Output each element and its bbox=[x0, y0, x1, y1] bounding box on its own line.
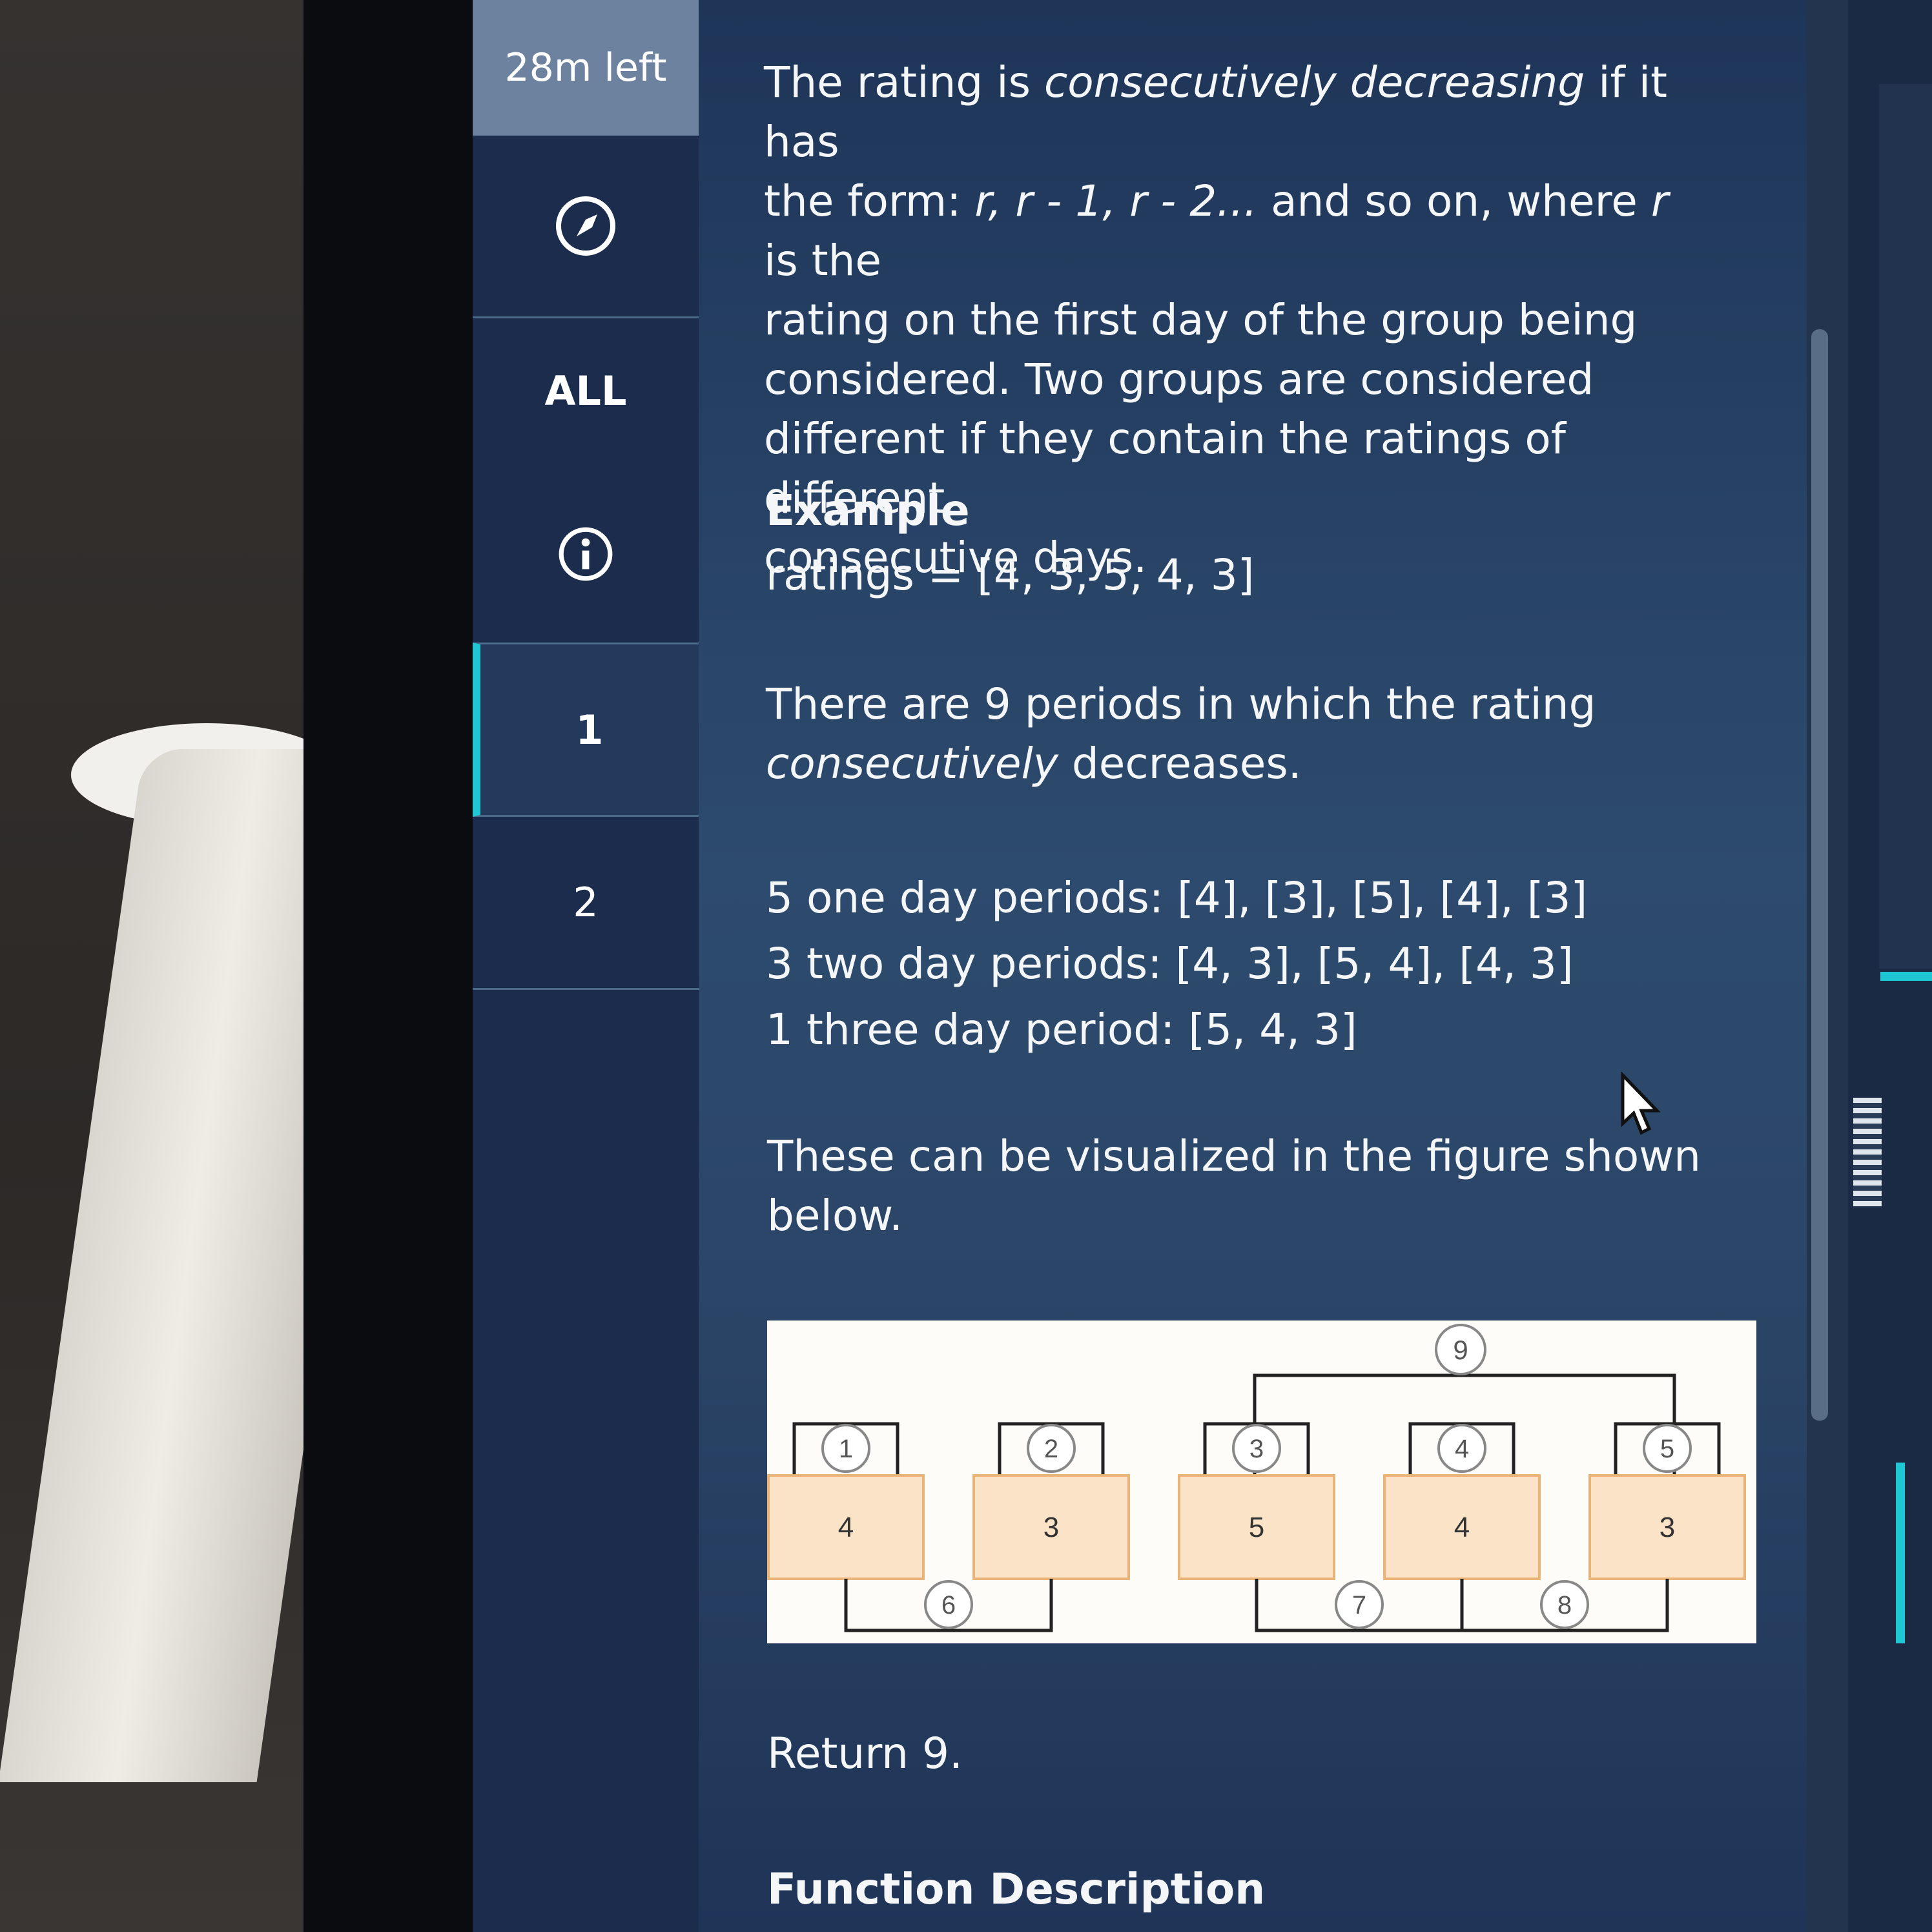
pair-label: 6 bbox=[941, 1591, 956, 1619]
two-day-periods: 3 two day periods: [4, 3], [5, 4], [4, 3… bbox=[766, 939, 1574, 989]
sidebar-item-label: ALL bbox=[544, 367, 627, 415]
text-line: The rating is consecutively decreasing i… bbox=[764, 57, 1667, 167]
text-line: rating on the first day of the group bei… bbox=[764, 295, 1638, 345]
sidebar-item-info[interactable] bbox=[473, 465, 699, 644]
pair-label: 7 bbox=[1352, 1591, 1366, 1619]
period-list: 5 one day periods: [4], [3], [5], [4], [… bbox=[766, 865, 1702, 1063]
text-line: the form: r, r - 1, r - 2... and so on, … bbox=[764, 176, 1669, 285]
pair-label: 8 bbox=[1557, 1591, 1572, 1619]
resize-handle[interactable] bbox=[1853, 1098, 1882, 1208]
compass-icon bbox=[553, 194, 618, 258]
sidebar-item-label: 1 bbox=[575, 706, 604, 754]
label-9: 9 bbox=[1453, 1335, 1468, 1365]
right-panel-block bbox=[1879, 84, 1932, 969]
period-label: 5 bbox=[1660, 1435, 1674, 1463]
rating-value: 3 bbox=[1043, 1512, 1059, 1543]
text-line: considered. Two groups are considered bbox=[764, 355, 1594, 404]
rating-value: 4 bbox=[838, 1512, 854, 1543]
period-label: 1 bbox=[839, 1435, 853, 1463]
text-line: consecutively decreases. bbox=[766, 739, 1302, 788]
text-line: There are 9 periods in which the rating bbox=[766, 679, 1596, 729]
sidebar-item-label: 2 bbox=[573, 879, 599, 926]
monitor-bezel bbox=[303, 0, 473, 1932]
sidebar: 28m left ALL 1 2 bbox=[473, 0, 699, 1932]
sidebar-item-question-1[interactable]: 1 bbox=[473, 642, 699, 817]
one-day-periods: 5 one day periods: [4], [3], [5], [4], [… bbox=[766, 873, 1588, 923]
sidebar-item-all[interactable]: ALL bbox=[473, 316, 699, 465]
sidebar-item-compass[interactable] bbox=[473, 136, 699, 318]
period-label: 2 bbox=[1044, 1435, 1058, 1463]
rating-value: 4 bbox=[1454, 1512, 1470, 1543]
right-panel-accent bbox=[1880, 972, 1932, 981]
sidebar-item-question-2[interactable]: 2 bbox=[473, 817, 699, 990]
period-label: 4 bbox=[1455, 1435, 1469, 1463]
periods-diagram: 9 4 1 3 2 5 3 4 4 3 5 6 7 8 bbox=[767, 1324, 1746, 1632]
example-ratings: ratings = [4, 3, 5, 4, 3] bbox=[766, 550, 1255, 600]
text-line: below. bbox=[767, 1191, 903, 1240]
rating-value: 3 bbox=[1660, 1512, 1675, 1543]
info-icon bbox=[557, 525, 615, 583]
mouse-cursor-icon bbox=[1619, 1071, 1665, 1139]
example-heading: Example bbox=[766, 486, 970, 535]
text-line: These can be visualized in the figure sh… bbox=[767, 1131, 1701, 1181]
visualized-paragraph: These can be visualized in the figure sh… bbox=[767, 1127, 1703, 1246]
period-label: 3 bbox=[1249, 1435, 1264, 1463]
three-day-periods: 1 three day period: [5, 4, 3] bbox=[766, 1005, 1357, 1054]
timer-label: 28m left bbox=[504, 45, 667, 90]
timer-badge: 28m left bbox=[473, 0, 699, 136]
periods-paragraph: There are 9 periods in which the rating … bbox=[766, 675, 1702, 794]
function-description-heading: Function Description bbox=[767, 1864, 1266, 1914]
rating-value: 5 bbox=[1249, 1512, 1264, 1543]
return-text: Return 9. bbox=[767, 1729, 963, 1778]
periods-figure: 9 4 1 3 2 5 3 4 4 3 5 6 7 8 bbox=[767, 1321, 1756, 1643]
scrollbar-thumb[interactable] bbox=[1811, 329, 1828, 1421]
right-panel-accent-bar bbox=[1896, 1463, 1905, 1643]
